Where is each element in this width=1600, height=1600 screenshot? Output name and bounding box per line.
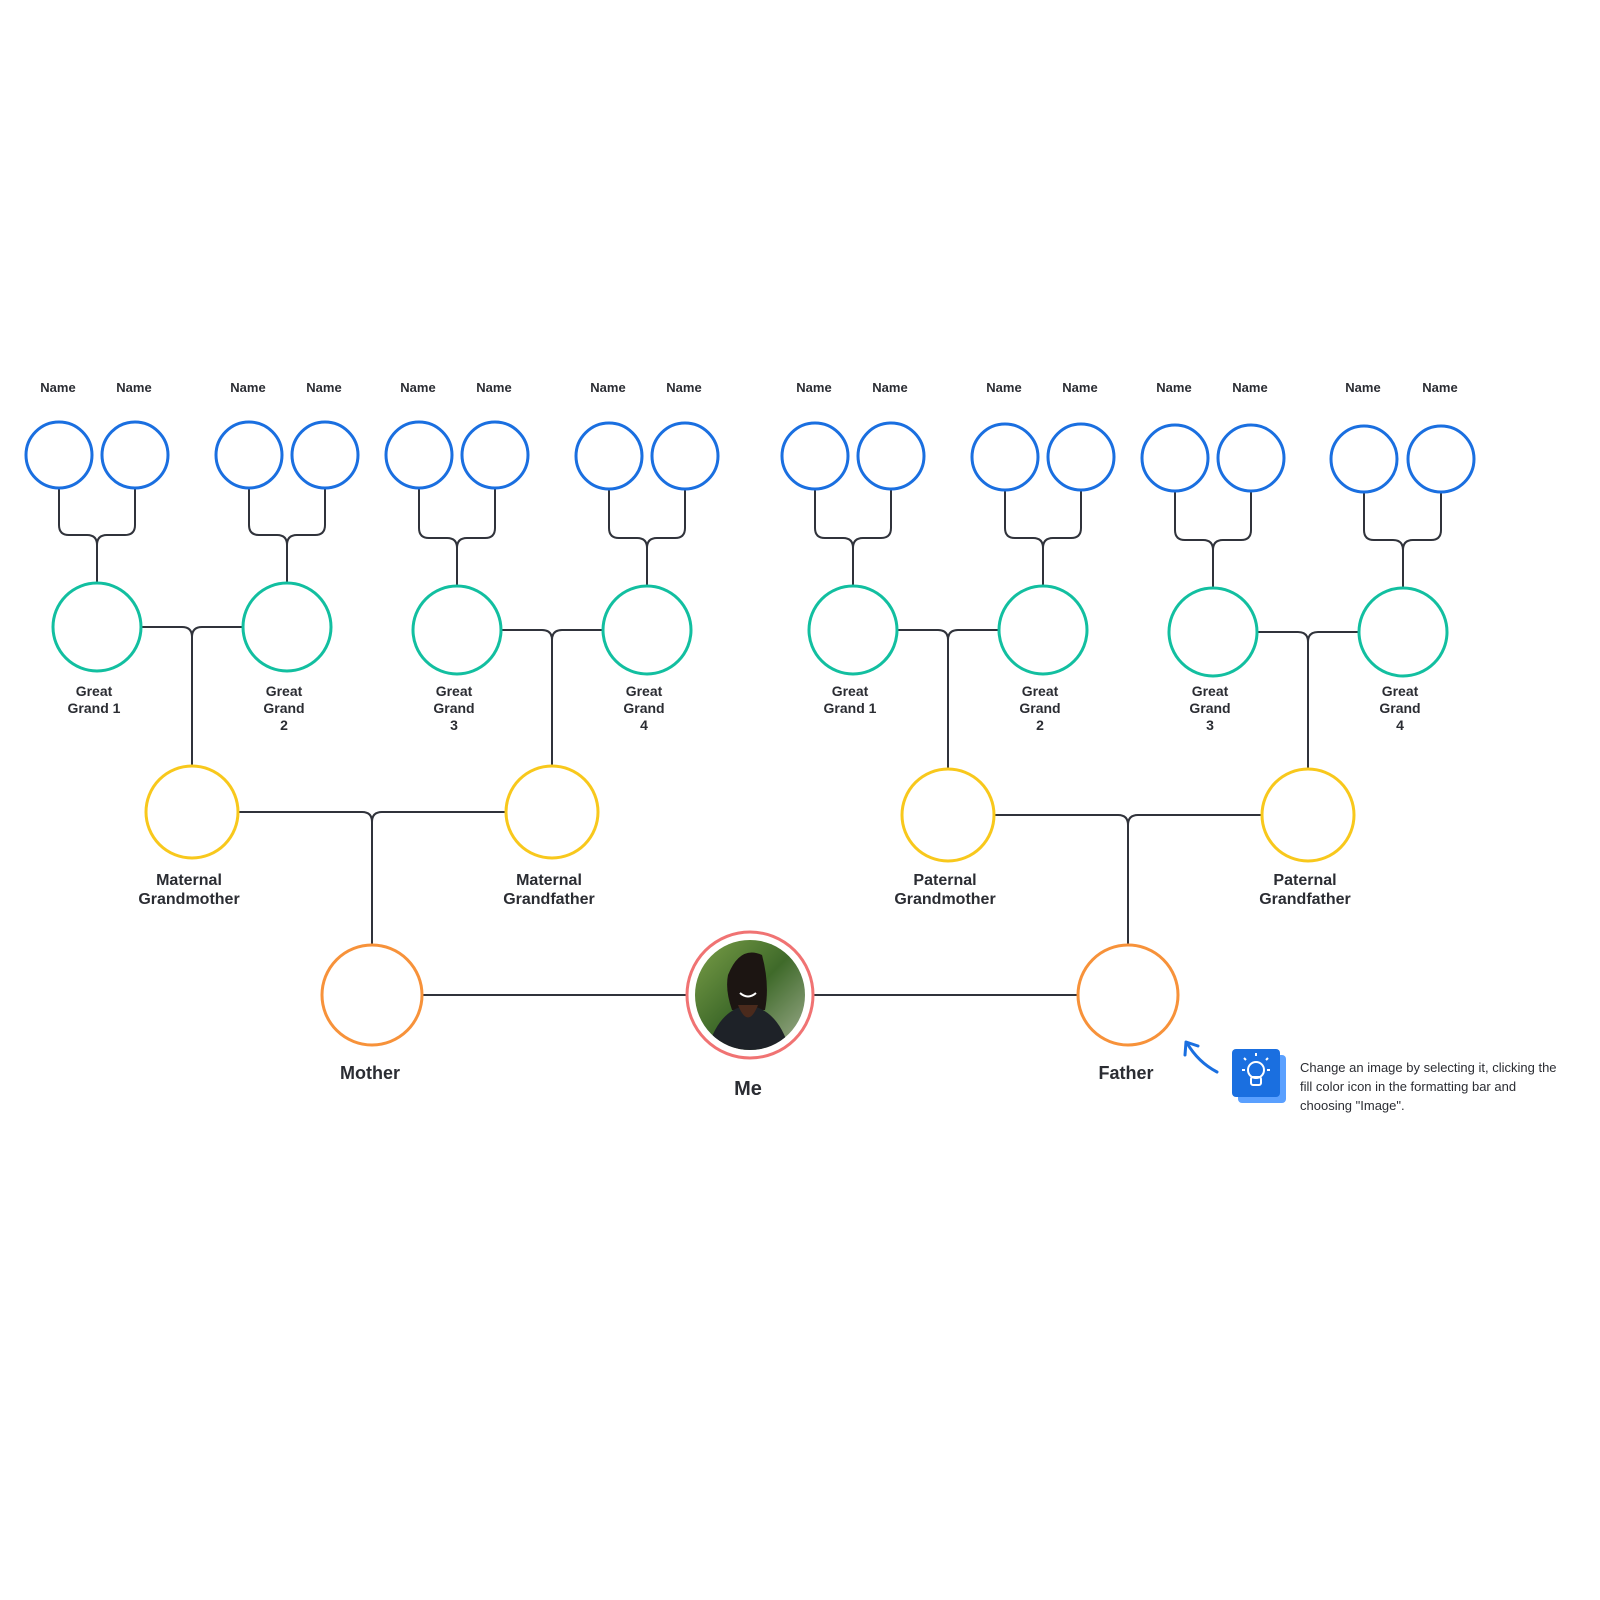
great-grandparent-label: Great Grand 2 xyxy=(1019,683,1060,733)
great-great-grandparent-name[interactable]: Name xyxy=(1345,380,1380,395)
me-label: Me xyxy=(734,1078,762,1100)
great-grandparent-label: Great Grand 2 xyxy=(263,683,304,733)
great-great-grandparent-name[interactable]: Name xyxy=(1062,380,1097,395)
connector-line xyxy=(897,629,949,769)
connector-line xyxy=(1212,492,1252,551)
great-great-grandparent-name[interactable]: Name xyxy=(230,380,265,395)
great-great-grandparent-circle[interactable] xyxy=(24,420,94,490)
great-great-grandparent-name[interactable]: Name xyxy=(40,380,75,395)
connector-line xyxy=(1363,493,1404,588)
parent-circle[interactable] xyxy=(1076,943,1180,1047)
great-great-grandparent-circle[interactable] xyxy=(780,421,850,491)
family-tree-diagram: Name Name Name Name Name Name Name Name Name Name… xyxy=(24,380,1476,1103)
great-grandparent-label: Great Grand 3 xyxy=(1189,683,1230,733)
great-grandparent-circle[interactable] xyxy=(51,581,143,673)
great-great-grandparent-circle[interactable] xyxy=(100,420,170,490)
parent-label: Mother xyxy=(340,1063,400,1083)
connector-line xyxy=(608,490,648,586)
great-great-grandparent-circle[interactable] xyxy=(970,422,1040,492)
connector-line xyxy=(1042,491,1082,549)
great-grandparent-circle[interactable] xyxy=(411,584,503,676)
great-grandparent-circle[interactable] xyxy=(807,584,899,676)
me-node[interactable] xyxy=(685,930,815,1060)
great-grandparent-label: Great Grand 4 xyxy=(623,683,664,733)
connector-line xyxy=(1004,491,1044,586)
great-great-grandparent-name[interactable]: Name xyxy=(306,380,341,395)
great-grandparent-label: Great Grand 1 xyxy=(824,683,877,716)
great-grandparent-circle[interactable] xyxy=(241,581,333,673)
great-great-grandparent-circle[interactable] xyxy=(460,420,530,490)
connector-line xyxy=(646,490,686,549)
great-great-grandparent-name[interactable]: Name xyxy=(116,380,151,395)
grandparent-label: Maternal Grandmother xyxy=(138,872,239,908)
connector-line xyxy=(286,489,326,546)
great-great-grandparent-circle[interactable] xyxy=(574,421,644,491)
great-great-grandparent-circle[interactable] xyxy=(1216,423,1286,493)
grandparent-circle[interactable] xyxy=(144,764,240,860)
grandparent-circle[interactable] xyxy=(504,764,600,860)
great-great-grandparent-circle[interactable] xyxy=(1046,422,1116,492)
great-great-grandparent-name[interactable]: Name xyxy=(1422,380,1457,395)
connector-line xyxy=(501,629,553,766)
great-great-grandparent-circle[interactable] xyxy=(856,421,926,491)
great-grandparent-circle[interactable] xyxy=(1167,586,1259,678)
great-grandparent-circle[interactable] xyxy=(1357,586,1449,678)
connector-line xyxy=(96,489,136,546)
great-grandparent-circle[interactable] xyxy=(997,584,1089,676)
connector-line xyxy=(1402,493,1442,551)
parent-circle[interactable] xyxy=(320,943,424,1047)
great-great-grandparent-name[interactable]: Name xyxy=(796,380,831,395)
great-great-grandparent-circle[interactable] xyxy=(650,421,720,491)
great-great-grandparent-circle[interactable] xyxy=(214,420,284,490)
connector-line xyxy=(814,490,854,586)
great-great-grandparent-circle[interactable] xyxy=(1140,423,1210,493)
great-great-grandparent-name[interactable]: Name xyxy=(872,380,907,395)
grandparent-label: Paternal Grandmother xyxy=(894,872,995,908)
connector-line xyxy=(551,629,603,641)
connector-line xyxy=(418,489,458,586)
connector-line xyxy=(1307,631,1359,643)
parent-label: Father xyxy=(1098,1063,1153,1083)
connector-line xyxy=(1127,814,1262,826)
lightbulb-icon xyxy=(1232,1049,1286,1103)
great-great-grandparent-name[interactable]: Name xyxy=(476,380,511,395)
connector-line xyxy=(852,490,892,549)
grandparent-label: Paternal Grandfather xyxy=(1259,872,1351,908)
great-great-grandparent-circle[interactable] xyxy=(1406,424,1476,494)
connector-line xyxy=(371,811,506,823)
great-great-grandparent-name[interactable]: Name xyxy=(986,380,1021,395)
great-great-grandparent-name[interactable]: Name xyxy=(400,380,435,395)
connector-line xyxy=(238,811,373,945)
connector-line xyxy=(141,626,193,766)
grandparent-label: Maternal Grandfather xyxy=(503,872,595,908)
tip-arrow xyxy=(1185,1041,1219,1074)
connector-line xyxy=(58,489,98,583)
great-grandparent-label: Great Grand 1 xyxy=(68,683,121,716)
grandparent-circle[interactable] xyxy=(900,767,996,863)
great-grandparent-label: Great Grand 3 xyxy=(433,683,474,733)
great-grandparent-label: Great Grand 4 xyxy=(1379,683,1420,733)
great-great-grandparent-circle[interactable] xyxy=(290,420,360,490)
great-great-grandparent-name[interactable]: Name xyxy=(1156,380,1191,395)
great-great-grandparent-circle[interactable] xyxy=(384,420,454,490)
connector-line xyxy=(1174,492,1214,588)
grandparent-circle[interactable] xyxy=(1260,767,1356,863)
connector-line xyxy=(1257,631,1309,769)
connector-line xyxy=(456,489,496,549)
tip-text: Change an image by selecting it, clickin… xyxy=(1300,1060,1557,1113)
connector-line xyxy=(248,489,288,583)
connector-line xyxy=(191,626,243,638)
connector-line xyxy=(947,629,999,641)
great-great-grandparent-name[interactable]: Name xyxy=(666,380,701,395)
great-great-grandparent-circle[interactable] xyxy=(1329,424,1399,494)
connector-line xyxy=(994,814,1129,945)
great-grandparent-circle[interactable] xyxy=(601,584,693,676)
great-great-grandparent-name[interactable]: Name xyxy=(590,380,625,395)
great-great-grandparent-name[interactable]: Name xyxy=(1232,380,1267,395)
